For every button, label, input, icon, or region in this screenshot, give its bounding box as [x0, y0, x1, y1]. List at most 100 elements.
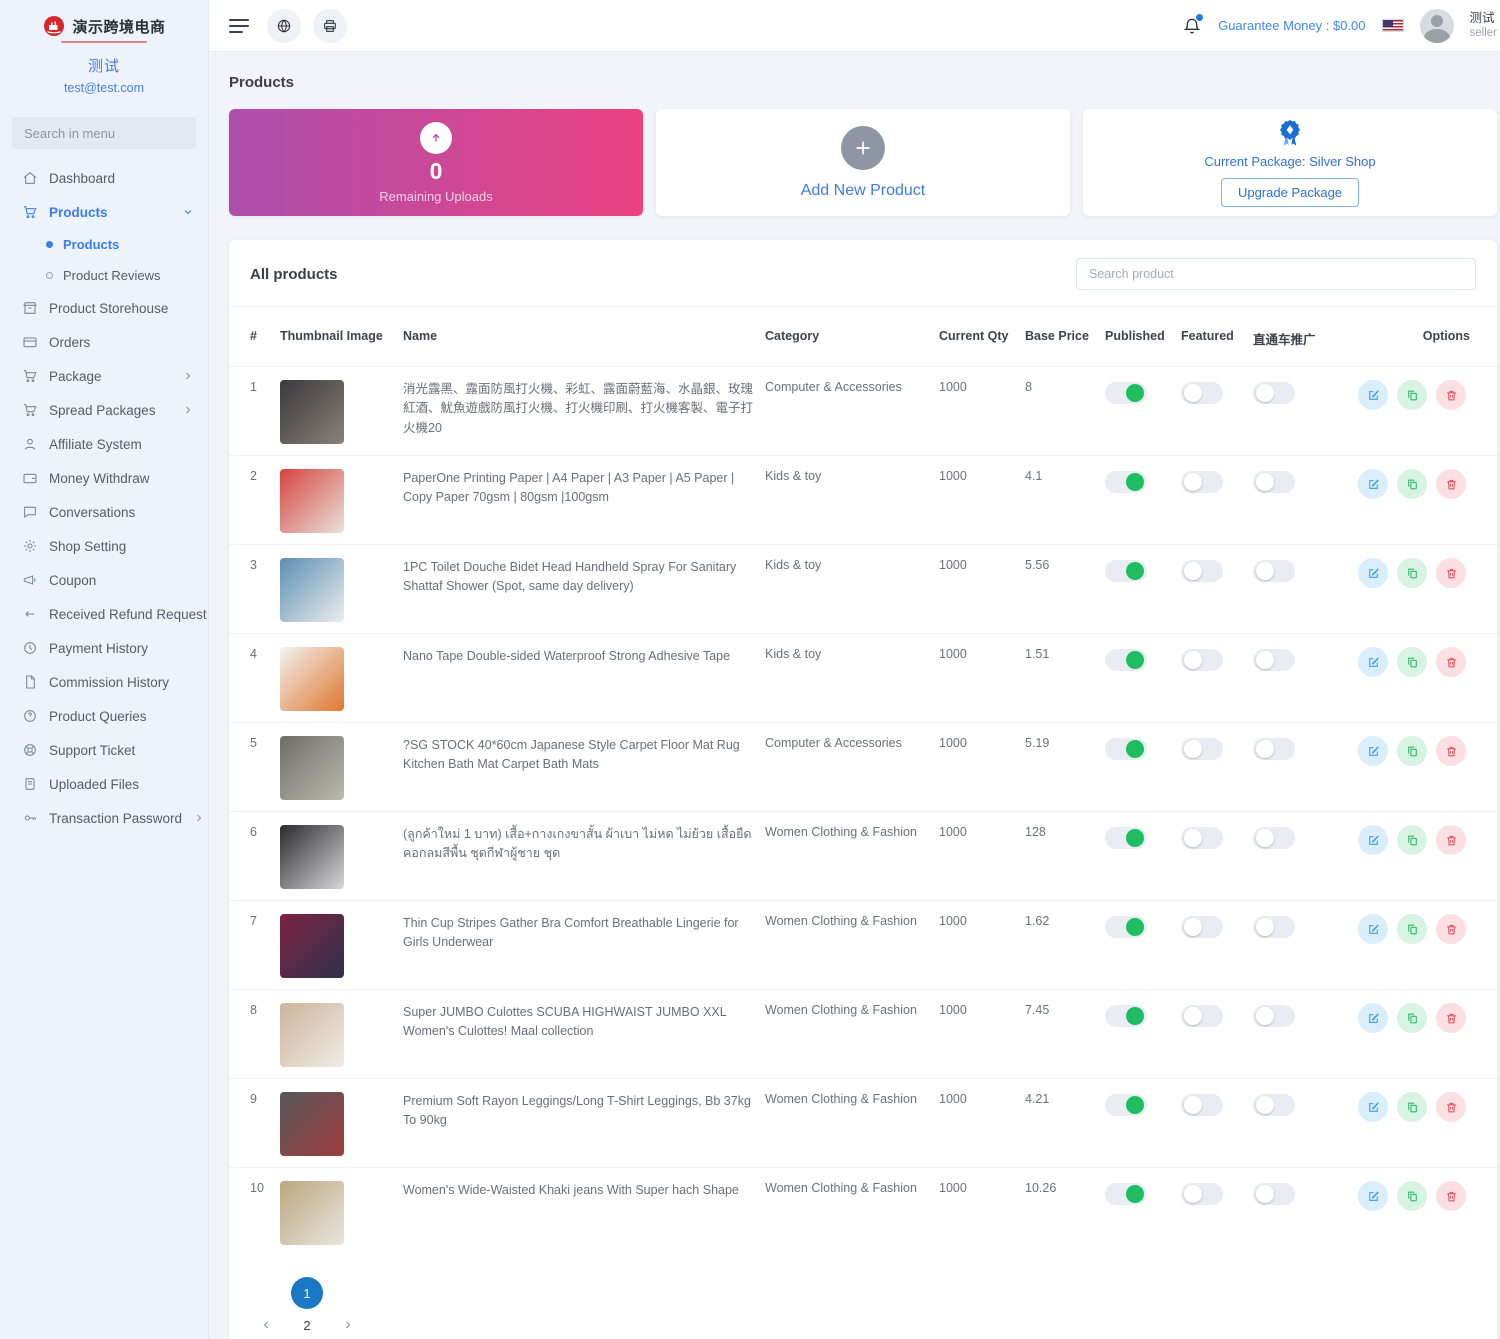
delete-button[interactable]: [1436, 469, 1466, 499]
delete-button[interactable]: [1436, 380, 1466, 410]
sidebar-item-payment-history[interactable]: Payment History: [0, 631, 208, 665]
featured-toggle[interactable]: [1181, 649, 1223, 671]
delete-button[interactable]: [1436, 1003, 1466, 1033]
promo-toggle[interactable]: [1253, 1183, 1295, 1205]
pagination-next[interactable]: ›: [332, 1309, 364, 1339]
delete-button[interactable]: [1436, 825, 1466, 855]
featured-toggle[interactable]: [1181, 827, 1223, 849]
sidebar-subitem-products[interactable]: Products: [0, 229, 208, 260]
guarantee-money[interactable]: Guarantee Money : $0.00: [1218, 18, 1365, 33]
sidebar-item-affiliate-system[interactable]: Affiliate System: [0, 427, 208, 461]
language-globe-button[interactable]: [267, 9, 301, 43]
product-name[interactable]: PaperOne Printing Paper | A4 Paper | A3 …: [403, 456, 765, 544]
product-thumbnail[interactable]: [280, 558, 344, 622]
promo-toggle[interactable]: [1253, 827, 1295, 849]
product-thumbnail[interactable]: [280, 736, 344, 800]
edit-button[interactable]: [1358, 469, 1388, 499]
edit-button[interactable]: [1358, 380, 1388, 410]
sidebar-item-products[interactable]: Products: [0, 195, 208, 229]
product-thumbnail[interactable]: [280, 647, 344, 711]
copy-button[interactable]: [1397, 1003, 1427, 1033]
product-name[interactable]: Thin Cup Stripes Gather Bra Comfort Brea…: [403, 901, 765, 989]
avatar[interactable]: [1420, 9, 1454, 43]
sidebar-item-product-storehouse[interactable]: Product Storehouse: [0, 291, 208, 325]
sidebar-item-package[interactable]: Package: [0, 359, 208, 393]
featured-toggle[interactable]: [1181, 916, 1223, 938]
product-thumbnail[interactable]: [280, 825, 344, 889]
promo-toggle[interactable]: [1253, 916, 1295, 938]
delete-button[interactable]: [1436, 736, 1466, 766]
product-name[interactable]: (ลูกค้าใหม่ 1 บาท) เสื้อ+กางเกงขาสั้น ผ้…: [403, 812, 765, 900]
edit-button[interactable]: [1358, 647, 1388, 677]
promo-toggle[interactable]: [1253, 738, 1295, 760]
published-toggle[interactable]: [1105, 1094, 1147, 1116]
published-toggle[interactable]: [1105, 560, 1147, 582]
edit-button[interactable]: [1358, 914, 1388, 944]
edit-button[interactable]: [1358, 1181, 1388, 1211]
product-name[interactable]: Nano Tape Double-sided Waterproof Strong…: [403, 634, 765, 722]
published-toggle[interactable]: [1105, 382, 1147, 404]
published-toggle[interactable]: [1105, 916, 1147, 938]
featured-toggle[interactable]: [1181, 382, 1223, 404]
sidebar-item-spread-packages[interactable]: Spread Packages: [0, 393, 208, 427]
sidebar-item-dashboard[interactable]: Dashboard: [0, 161, 208, 195]
product-thumbnail[interactable]: [280, 1003, 344, 1067]
copy-button[interactable]: [1397, 825, 1427, 855]
edit-button[interactable]: [1358, 1092, 1388, 1122]
sidebar-item-support-ticket[interactable]: Support Ticket: [0, 733, 208, 767]
published-toggle[interactable]: [1105, 649, 1147, 671]
featured-toggle[interactable]: [1181, 738, 1223, 760]
sidebar-item-money-withdraw[interactable]: Money Withdraw: [0, 461, 208, 495]
product-name[interactable]: Women's Wide-Waisted Khaki jeans With Su…: [403, 1168, 765, 1257]
edit-button[interactable]: [1358, 736, 1388, 766]
pagination-prev[interactable]: ‹: [250, 1309, 282, 1339]
product-name[interactable]: Super JUMBO Culottes SCUBA HIGHWAIST JUM…: [403, 990, 765, 1078]
featured-toggle[interactable]: [1181, 1005, 1223, 1027]
featured-toggle[interactable]: [1181, 471, 1223, 493]
featured-toggle[interactable]: [1181, 1183, 1223, 1205]
promo-toggle[interactable]: [1253, 1005, 1295, 1027]
product-name[interactable]: 消光露黑、露面防風打火機、彩虹、露面蔚藍海、水晶銀、玫瑰紅酒、魷魚遊戲防風打火機…: [403, 367, 765, 455]
product-thumbnail[interactable]: [280, 914, 344, 978]
add-new-product-card[interactable]: Add New Product: [656, 109, 1070, 216]
published-toggle[interactable]: [1105, 827, 1147, 849]
published-toggle[interactable]: [1105, 1005, 1147, 1027]
edit-button[interactable]: [1358, 825, 1388, 855]
logo[interactable]: 演示跨境电商: [0, 14, 208, 38]
sidebar-item-uploaded-files[interactable]: Uploaded Files: [0, 767, 208, 801]
product-thumbnail[interactable]: [280, 1092, 344, 1156]
published-toggle[interactable]: [1105, 738, 1147, 760]
copy-button[interactable]: [1397, 736, 1427, 766]
sidebar-item-received-refund-request[interactable]: Received Refund Request: [0, 597, 208, 631]
sidebar-item-shop-setting[interactable]: Shop Setting: [0, 529, 208, 563]
published-toggle[interactable]: [1105, 471, 1147, 493]
sidebar-item-product-queries[interactable]: Product Queries: [0, 699, 208, 733]
featured-toggle[interactable]: [1181, 1094, 1223, 1116]
sidebar-item-orders[interactable]: Orders: [0, 325, 208, 359]
copy-button[interactable]: [1397, 1181, 1427, 1211]
copy-button[interactable]: [1397, 647, 1427, 677]
menu-search-input[interactable]: [12, 117, 196, 149]
product-thumbnail[interactable]: [280, 380, 344, 444]
copy-button[interactable]: [1397, 558, 1427, 588]
edit-button[interactable]: [1358, 1003, 1388, 1033]
sidebar-item-coupon[interactable]: Coupon: [0, 563, 208, 597]
topbar-user[interactable]: 测试 seller: [1470, 11, 1497, 41]
product-name[interactable]: Premium Soft Rayon Leggings/Long T-Shirt…: [403, 1079, 765, 1167]
product-name[interactable]: 1PC Toilet Douche Bidet Head Handheld Sp…: [403, 545, 765, 633]
copy-button[interactable]: [1397, 469, 1427, 499]
delete-button[interactable]: [1436, 647, 1466, 677]
product-name[interactable]: ?SG STOCK 40*60cm Japanese Style Carpet …: [403, 723, 765, 811]
copy-button[interactable]: [1397, 914, 1427, 944]
hamburger-menu-icon[interactable]: [229, 15, 249, 37]
delete-button[interactable]: [1436, 558, 1466, 588]
delete-button[interactable]: [1436, 1181, 1466, 1211]
edit-button[interactable]: [1358, 558, 1388, 588]
copy-button[interactable]: [1397, 1092, 1427, 1122]
delete-button[interactable]: [1436, 1092, 1466, 1122]
promo-toggle[interactable]: [1253, 382, 1295, 404]
promo-toggle[interactable]: [1253, 1094, 1295, 1116]
notifications-button[interactable]: [1182, 16, 1202, 36]
published-toggle[interactable]: [1105, 1183, 1147, 1205]
product-thumbnail[interactable]: [280, 469, 344, 533]
